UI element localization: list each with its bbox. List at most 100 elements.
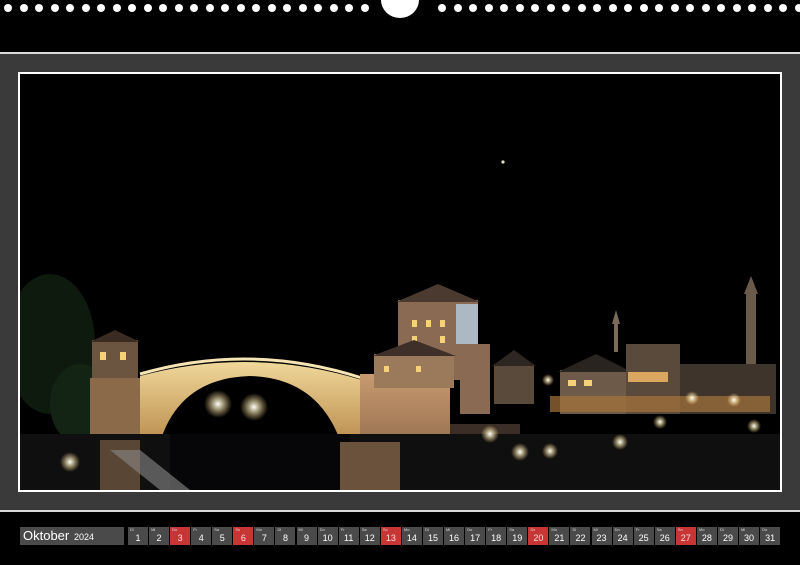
day-cell: Di 1 xyxy=(128,527,148,545)
month-year: 2024 xyxy=(74,532,95,542)
day-number: 29 xyxy=(722,533,733,543)
day-cell: Mi 16 xyxy=(444,527,465,545)
binding-hole xyxy=(748,4,756,12)
binding-hole xyxy=(298,4,307,12)
day-cell: Mo 28 xyxy=(696,527,717,545)
binding-hole xyxy=(221,4,229,12)
binding-hole xyxy=(174,4,183,12)
binding-hole xyxy=(345,4,353,12)
day-number: 20 xyxy=(533,533,544,543)
day-number: 12 xyxy=(364,533,375,543)
river xyxy=(170,434,350,490)
day-number: 5 xyxy=(219,533,225,543)
binding-hole xyxy=(624,4,632,12)
day-cell: Sa 5 xyxy=(212,527,233,545)
calendar-strip: Oktober 2024 Di 1 Mi 2 Do 3 Fr 4 Sa 5 So 6 Mo 7 Di 8 Mi 9… xyxy=(0,512,800,565)
binding-hole xyxy=(236,4,245,12)
binding-hole xyxy=(531,4,539,12)
binding-hole xyxy=(4,4,12,12)
binding-hole xyxy=(267,4,276,12)
binding-hole xyxy=(515,4,524,12)
binding-hole xyxy=(608,4,617,12)
binding-hole xyxy=(190,4,198,12)
binding-hole xyxy=(655,4,663,12)
binding-hole xyxy=(205,4,214,12)
day-number: 1 xyxy=(135,533,141,543)
day-cell: Di 8 xyxy=(275,527,296,545)
binding-hole xyxy=(19,4,28,12)
day-number: 15 xyxy=(427,533,438,543)
day-number: 2 xyxy=(156,533,162,543)
day-number: 28 xyxy=(701,533,712,543)
day-cell: Do 3 xyxy=(170,527,191,545)
month-label: Oktober 2024 xyxy=(20,527,124,545)
month-name: Oktober xyxy=(23,528,70,543)
binding-hole xyxy=(577,4,586,12)
binding-hole xyxy=(484,4,493,12)
day-cell: Di 22 xyxy=(570,527,591,545)
binding-hole xyxy=(670,4,679,12)
binding-hole xyxy=(128,4,136,12)
binding-hole xyxy=(546,4,555,12)
day-cell: Mi 30 xyxy=(739,527,760,545)
binding-hole xyxy=(686,4,694,12)
day-number: 26 xyxy=(659,533,670,543)
day-cell: Sa 26 xyxy=(654,527,675,545)
day-number: 7 xyxy=(261,533,267,543)
day-cell: Mo 7 xyxy=(254,527,275,545)
binding-hole xyxy=(112,4,121,12)
day-number: 16 xyxy=(449,533,460,543)
calendar-photo xyxy=(18,72,782,492)
binding-hole xyxy=(252,4,260,12)
day-number: 18 xyxy=(491,533,502,543)
binding-hole xyxy=(717,4,725,12)
day-cell: Do 10 xyxy=(317,527,338,545)
day-cell: Mi 9 xyxy=(296,527,317,545)
binding-hole xyxy=(732,4,741,12)
day-cell: Di 29 xyxy=(717,527,738,545)
binding-hole xyxy=(283,4,291,12)
binding-hole xyxy=(314,4,322,12)
day-number: 13 xyxy=(385,533,396,543)
day-cell: Do 17 xyxy=(465,527,486,545)
day-number: 21 xyxy=(554,533,565,543)
day-cell: Fr 11 xyxy=(338,527,359,545)
day-cell: Mo 21 xyxy=(549,527,570,545)
binding-hole xyxy=(329,4,338,12)
day-number: 6 xyxy=(240,533,246,543)
binding-hole xyxy=(763,4,772,12)
day-number: 23 xyxy=(596,533,607,543)
binding-hole xyxy=(794,4,800,12)
binding-hole xyxy=(35,4,43,12)
binding-hole xyxy=(97,4,105,12)
binding-hole xyxy=(360,4,369,12)
day-number: 31 xyxy=(765,533,776,543)
day-cell: Sa 12 xyxy=(359,527,380,545)
binding-hole xyxy=(438,4,446,12)
spiral-binding-strip xyxy=(0,0,800,52)
day-number: 30 xyxy=(744,533,755,543)
binding-hole xyxy=(779,4,787,12)
day-cell: Fr 18 xyxy=(486,527,507,545)
day-number: 3 xyxy=(177,533,183,543)
binding-hole xyxy=(143,4,152,12)
distant-light xyxy=(501,160,505,164)
day-cell: So 20 xyxy=(528,527,549,545)
day-cell: Sa 19 xyxy=(507,527,528,545)
day-number: 25 xyxy=(638,533,649,543)
binding-hole xyxy=(66,4,74,12)
day-number: 19 xyxy=(512,533,523,543)
binding-hole xyxy=(500,4,508,12)
binding-hole xyxy=(50,4,59,12)
day-number: 11 xyxy=(344,533,354,543)
day-number: 17 xyxy=(470,533,481,543)
binding-hole xyxy=(562,4,570,12)
day-cell: Fr 4 xyxy=(191,527,212,545)
day-cell: Di 15 xyxy=(422,527,443,545)
day-number: 9 xyxy=(304,533,310,543)
binding-hole xyxy=(159,4,167,12)
day-number: 27 xyxy=(680,533,691,543)
day-cell: Mi 2 xyxy=(149,527,170,545)
day-number: 24 xyxy=(617,533,628,543)
day-number: 14 xyxy=(406,533,417,543)
